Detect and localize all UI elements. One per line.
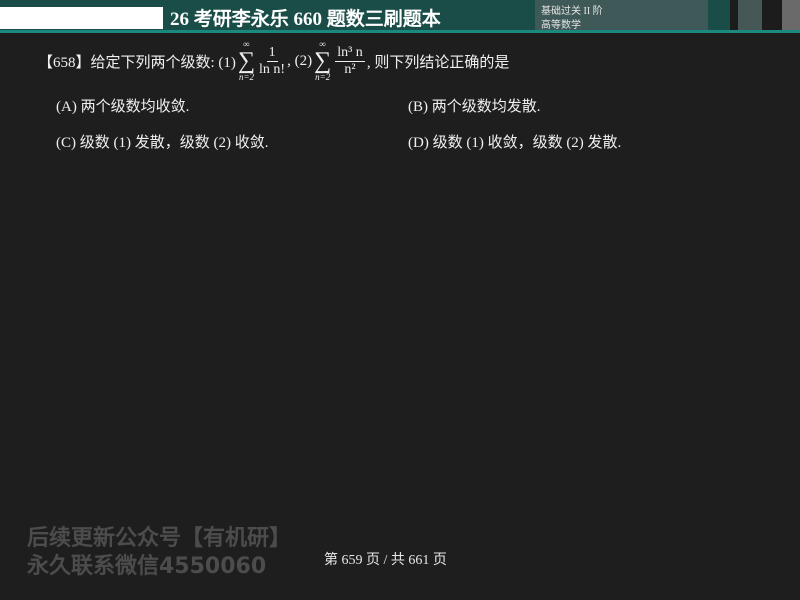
- series-2-fraction: ln³ n n²: [335, 45, 365, 78]
- separator: , (2): [287, 52, 313, 69]
- numerator: ln³ n: [335, 44, 365, 62]
- header-stripe: [762, 0, 782, 31]
- header-stripe: [738, 0, 762, 31]
- sum-2: ∞ ∑ n=2: [314, 40, 331, 82]
- header-stripe: [782, 0, 800, 31]
- header-divider: [0, 30, 800, 33]
- section-line-1: 基础过关 II 阶: [541, 6, 603, 17]
- watermark-line-2: 永久联系微信4550060: [27, 554, 267, 579]
- stem-prefix: 给定下列两个级数: (1): [90, 54, 236, 71]
- document-title: 26 考研李永乐 660 题数三刷题本: [170, 9, 441, 30]
- sum-lower: n=2: [315, 72, 331, 82]
- denominator: ln n!: [259, 61, 286, 77]
- page-indicator: 第 659 页 / 共 661 页: [324, 553, 447, 568]
- stem-suffix: , 则下列结论正确的是: [366, 54, 510, 71]
- sum-lower: n=2: [238, 72, 255, 82]
- numerator: 1: [266, 44, 278, 62]
- header-stripe: [730, 0, 738, 31]
- section-line-2: 高等数学: [541, 20, 581, 31]
- option-c: (C) 级数 (1) 发散，级数 (2) 收敛.: [56, 135, 269, 151]
- header-blank-box: [0, 7, 163, 29]
- sum-1: ∞ ∑ n=2: [238, 40, 255, 82]
- option-a: (A) 两个级数均收敛.: [56, 99, 190, 115]
- question-number: 【658】: [38, 54, 91, 71]
- denominator: n²: [344, 61, 356, 77]
- header-bar: 26 考研李永乐 660 题数三刷题本 基础过关 II 阶 高等数学: [0, 0, 800, 33]
- option-b: (B) 两个级数均发散.: [408, 99, 541, 115]
- question-stem: 【658】 给定下列两个级数: (1) ∞ ∑ n=2 1 ln n! , (2…: [38, 40, 509, 82]
- sigma: ∑: [314, 48, 332, 74]
- sigma: ∑: [237, 48, 256, 74]
- section-label: 基础过关 II 阶 高等数学: [535, 0, 708, 31]
- series-1-fraction: 1 ln n!: [259, 45, 285, 78]
- option-d: (D) 级数 (1) 收敛，级数 (2) 发散.: [408, 135, 622, 151]
